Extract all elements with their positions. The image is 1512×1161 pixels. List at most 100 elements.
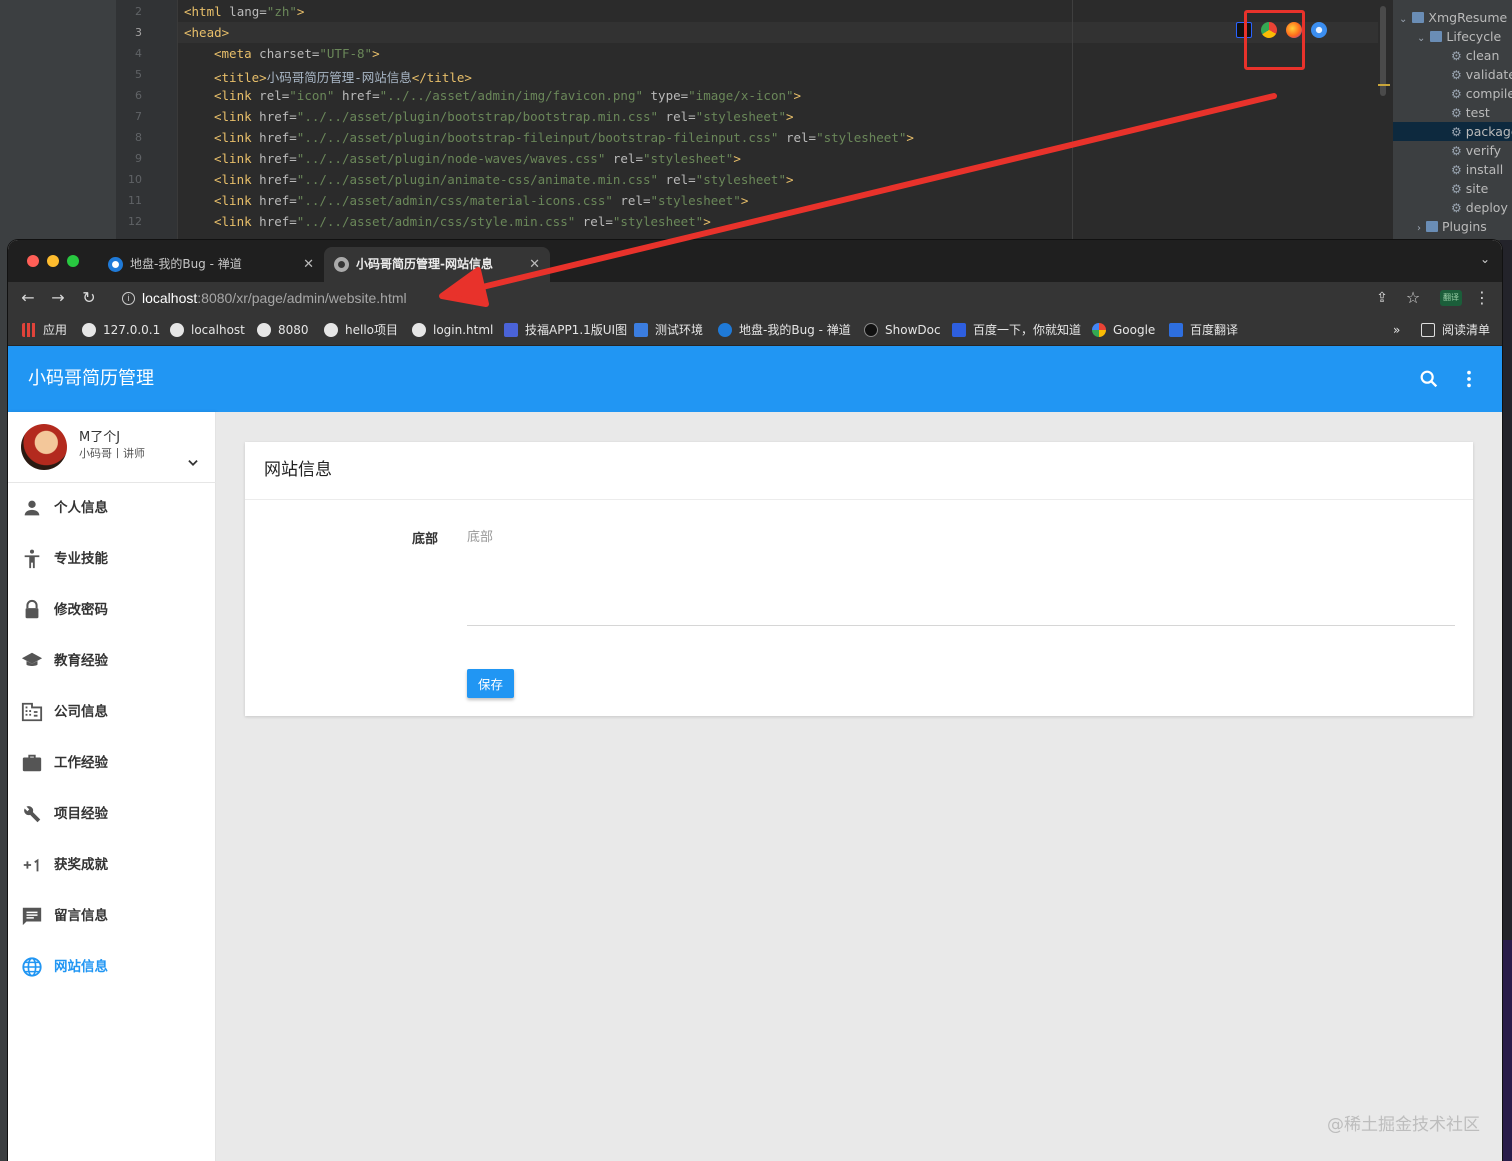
bookmark-item[interactable]: 地盘-我的Bug - 禅道 <box>718 315 851 346</box>
line-number: 11 <box>128 194 142 207</box>
code-line[interactable]: <link href="../../asset/plugin/animate-c… <box>214 172 794 187</box>
maven-phase-verify[interactable]: ⚙ verify <box>1451 141 1501 160</box>
code-line[interactable]: <link href="../../asset/admin/css/style.… <box>214 214 711 229</box>
card-title: 网站信息 <box>264 460 332 480</box>
zentao-favicon-icon <box>108 257 123 272</box>
maven-project[interactable]: ⌄ XmgResume <box>1399 8 1507 27</box>
code-line[interactable]: <link href="../../asset/plugin/bootstrap… <box>214 109 794 124</box>
line-number: 9 <box>135 152 142 165</box>
address-bar[interactable]: i localhost:8080/xr/page/admin/website.h… <box>112 285 1432 312</box>
more-bookmarks-button[interactable]: » <box>1393 315 1400 346</box>
build-icon <box>24 806 41 823</box>
code-line[interactable]: <link href="../../asset/plugin/node-wave… <box>214 151 741 166</box>
reload-icon[interactable]: ↻ <box>77 286 101 310</box>
footer-textarea[interactable] <box>467 524 1455 626</box>
person-icon <box>24 500 40 516</box>
sidebar-item-label: 修改密码 <box>54 602 108 618</box>
browser-toolbar: ← → ↻ i localhost:8080/xr/page/admin/web… <box>8 282 1502 315</box>
bookmark-item[interactable]: ShowDoc <box>864 315 941 346</box>
code-line[interactable]: <html lang="zh"> <box>184 4 304 19</box>
maven-phase-deploy[interactable]: ⚙ deploy <box>1451 198 1508 217</box>
tab-title: 小码哥简历管理-网站信息 <box>356 257 493 271</box>
sidebar-item-skills[interactable]: 专业技能 <box>8 534 216 585</box>
more-vert-icon[interactable] <box>1458 368 1480 390</box>
share-icon[interactable]: ⇪ <box>1370 286 1394 310</box>
sidebar-item-website-info[interactable]: 网站信息 <box>8 942 216 993</box>
code-line[interactable]: <head> <box>184 25 229 40</box>
maven-phase-package[interactable]: ⚙package <box>1393 122 1512 141</box>
close-window-button[interactable] <box>27 255 39 267</box>
sidebar-item-label: 工作经验 <box>54 755 108 771</box>
sidebar-item-label: 获奖成就 <box>54 857 108 873</box>
tab-website-info[interactable]: 小码哥简历管理-网站信息 ✕ <box>324 247 550 282</box>
maven-module-icon <box>1412 12 1425 23</box>
ide-gutter: 2 3 4 5 6 7 8 9 10 11 12 <box>116 0 178 240</box>
bookmark-item[interactable]: localhost <box>170 315 245 346</box>
sidebar-item-personal-info[interactable]: 个人信息 <box>8 483 216 534</box>
sidebar-item-company[interactable]: 公司信息 <box>8 687 216 738</box>
gear-icon: ⚙ <box>1451 87 1462 101</box>
bookmark-item[interactable]: 百度翻译 <box>1169 315 1238 346</box>
code-line[interactable]: <title>小码哥简历管理-网站信息</title> <box>214 67 472 86</box>
line-number: 6 <box>135 89 142 102</box>
bookmark-star-icon[interactable]: ☆ <box>1401 286 1425 310</box>
maven-phase-site[interactable]: ⚙ site <box>1451 179 1488 198</box>
search-icon[interactable] <box>1418 368 1440 390</box>
site-info-icon[interactable]: i <box>122 292 135 305</box>
maven-phase-compile[interactable]: ⚙ compile <box>1451 84 1512 103</box>
maven-phase-clean[interactable]: ⚙ clean <box>1451 46 1499 65</box>
reading-list-button[interactable]: 阅读清单 <box>1421 315 1490 346</box>
bookmark-item[interactable]: 技福APP1.1版UI图 <box>504 315 627 346</box>
browser-menu-icon[interactable]: ⋮ <box>1470 286 1494 310</box>
bookmark-item[interactable]: 百度一下，你就知道 <box>952 315 1081 346</box>
code-line[interactable]: <meta charset="UTF-8"> <box>214 46 380 61</box>
accessibility-icon <box>24 549 40 569</box>
showdoc-icon <box>864 323 878 337</box>
minimize-window-button[interactable] <box>47 255 59 267</box>
close-icon[interactable]: ✕ <box>303 247 314 282</box>
sidebar-item-change-password[interactable]: 修改密码 <box>8 585 216 636</box>
editor-scrollbar[interactable] <box>1380 6 1386 96</box>
tab-zentao[interactable]: 地盘-我的Bug - 禅道 ✕ <box>98 247 324 282</box>
line-number: 2 <box>135 5 142 18</box>
bookmark-item[interactable]: login.html <box>412 315 493 346</box>
zoom-window-button[interactable] <box>67 255 79 267</box>
chevron-down-icon[interactable] <box>186 456 200 470</box>
sidebar-item-label: 公司信息 <box>54 704 108 720</box>
app-title[interactable]: 小码哥简历管理 <box>28 346 154 412</box>
bookmark-item[interactable]: 8080 <box>257 315 309 346</box>
browser-window: 地盘-我的Bug - 禅道 ✕ 小码哥简历管理-网站信息 ✕ ⌄ ← → ↻ i… <box>8 240 1502 1161</box>
back-icon[interactable]: ← <box>16 286 40 310</box>
bookmark-item[interactable]: hello项目 <box>324 315 398 346</box>
bookmark-item[interactable]: 127.0.0.1 <box>82 315 160 346</box>
save-button[interactable]: 保存 <box>467 669 514 698</box>
maven-phase-validate[interactable]: ⚙ validate <box>1451 65 1512 84</box>
chevron-down-icon: ⌄ <box>1399 14 1408 25</box>
line-number: 8 <box>135 131 142 144</box>
sidebar-item-projects[interactable]: 项目经验 <box>8 789 216 840</box>
safari-icon[interactable] <box>1311 22 1327 38</box>
maven-plugins[interactable]: › Plugins <box>1417 217 1487 236</box>
bookmark-apps[interactable]: 应用 <box>22 315 67 346</box>
drop-icon <box>634 323 648 337</box>
translate-extension-icon[interactable]: 翻译 <box>1440 290 1462 306</box>
avatar[interactable] <box>21 424 67 470</box>
bookmark-item[interactable]: 测试环境 <box>634 315 703 346</box>
sidebar-item-label: 专业技能 <box>54 551 108 567</box>
sidebar-item-messages[interactable]: 留言信息 <box>8 891 216 942</box>
code-line[interactable]: <link rel="icon" href="../../asset/admin… <box>214 88 801 103</box>
tab-search-chevron-icon[interactable]: ⌄ <box>1480 252 1490 266</box>
sidebar-item-work[interactable]: 工作经验 <box>8 738 216 789</box>
close-icon[interactable]: ✕ <box>529 247 540 282</box>
code-line[interactable]: <link href="../../asset/plugin/bootstrap… <box>214 130 914 145</box>
maven-lifecycle[interactable]: ⌄ Lifecycle <box>1417 27 1501 46</box>
bookmark-item[interactable]: Google <box>1092 315 1155 346</box>
apps-grid-icon <box>22 323 36 337</box>
sidebar-item-awards[interactable]: 获奖成就 <box>8 840 216 891</box>
sidebar-item-education[interactable]: 教育经验 <box>8 636 216 687</box>
code-line[interactable]: <link href="../../asset/admin/css/materi… <box>214 193 748 208</box>
forward-icon[interactable]: → <box>46 286 70 310</box>
maven-phase-install[interactable]: ⚙ install <box>1451 160 1503 179</box>
line-number: 10 <box>128 173 142 186</box>
maven-phase-test[interactable]: ⚙ test <box>1451 103 1490 122</box>
